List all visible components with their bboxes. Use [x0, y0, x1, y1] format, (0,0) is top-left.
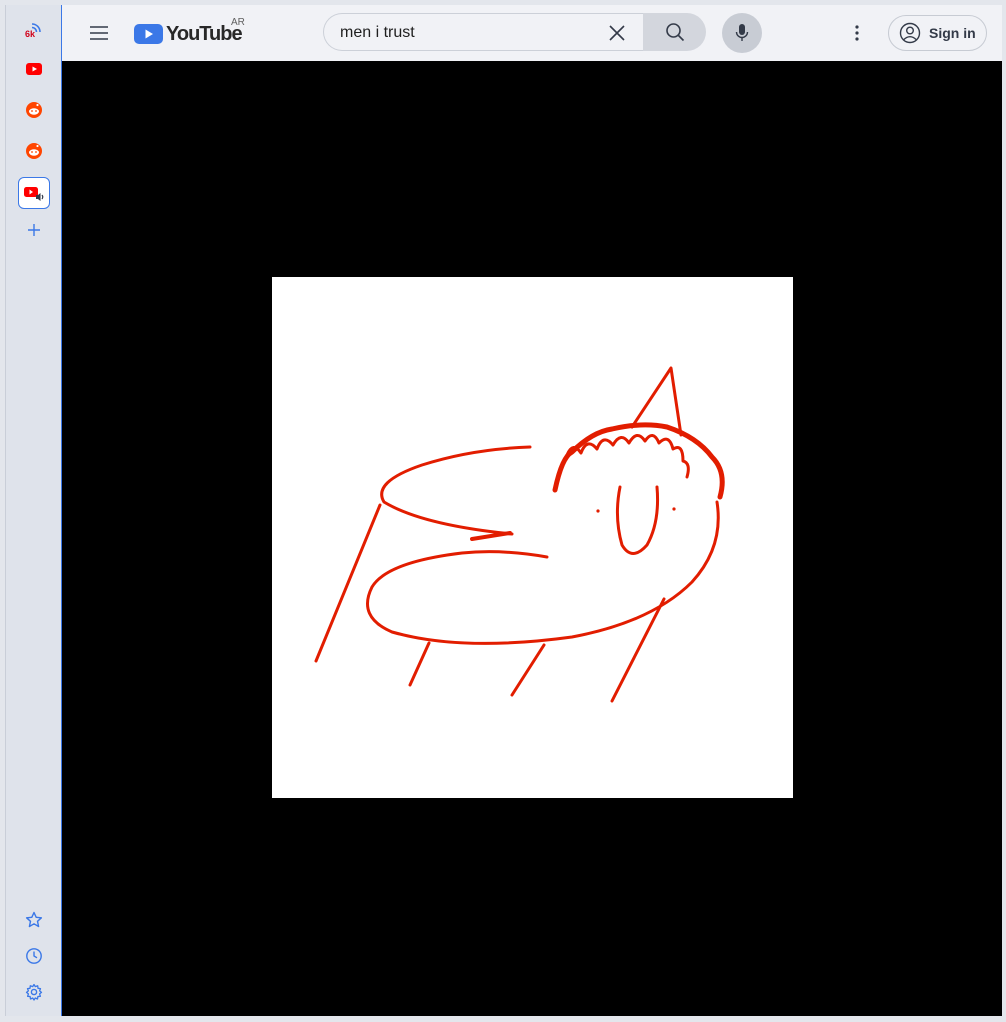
- video-thumbnail: [272, 277, 793, 798]
- sidebar: 6k: [5, 5, 61, 1016]
- reddit-tab-icon[interactable]: [18, 135, 50, 167]
- browser-viewport: YouTube AR men i trust Sign in: [61, 5, 1002, 1016]
- rss-feed-icon[interactable]: 6k: [18, 14, 50, 46]
- youtube-playing-tab[interactable]: [18, 177, 50, 209]
- settings-gear-icon[interactable]: [18, 976, 50, 1008]
- voice-search-button[interactable]: [722, 13, 762, 53]
- youtube-header: YouTube AR men i trust Sign in: [62, 5, 1002, 61]
- youtube-logo[interactable]: YouTube: [134, 20, 243, 48]
- sign-in-button[interactable]: Sign in: [888, 15, 987, 51]
- account-circle-icon: [899, 22, 921, 44]
- video-player[interactable]: [62, 61, 1002, 1016]
- search-button[interactable]: [643, 13, 706, 51]
- youtube-play-logo-icon: [134, 24, 163, 44]
- country-code: AR: [231, 17, 245, 28]
- more-options-icon[interactable]: [845, 21, 869, 45]
- reddit-tab-icon[interactable]: [18, 94, 50, 126]
- youtube-tab-icon[interactable]: [18, 53, 50, 85]
- red-drawing-artwork: [314, 366, 725, 703]
- sign-in-label: Sign in: [929, 25, 976, 41]
- history-clock-icon[interactable]: [18, 940, 50, 972]
- search-box[interactable]: [323, 13, 643, 51]
- star-icon[interactable]: [18, 904, 50, 936]
- clear-search-icon[interactable]: [605, 21, 629, 45]
- add-tab-icon[interactable]: [18, 214, 50, 246]
- hamburger-menu-icon[interactable]: [84, 18, 114, 48]
- search-icon: [665, 23, 684, 42]
- microphone-icon: [735, 24, 749, 41]
- rss-badge-text: 6k: [25, 29, 36, 39]
- search-input[interactable]: [340, 23, 590, 43]
- youtube-audio-icon: [24, 187, 44, 201]
